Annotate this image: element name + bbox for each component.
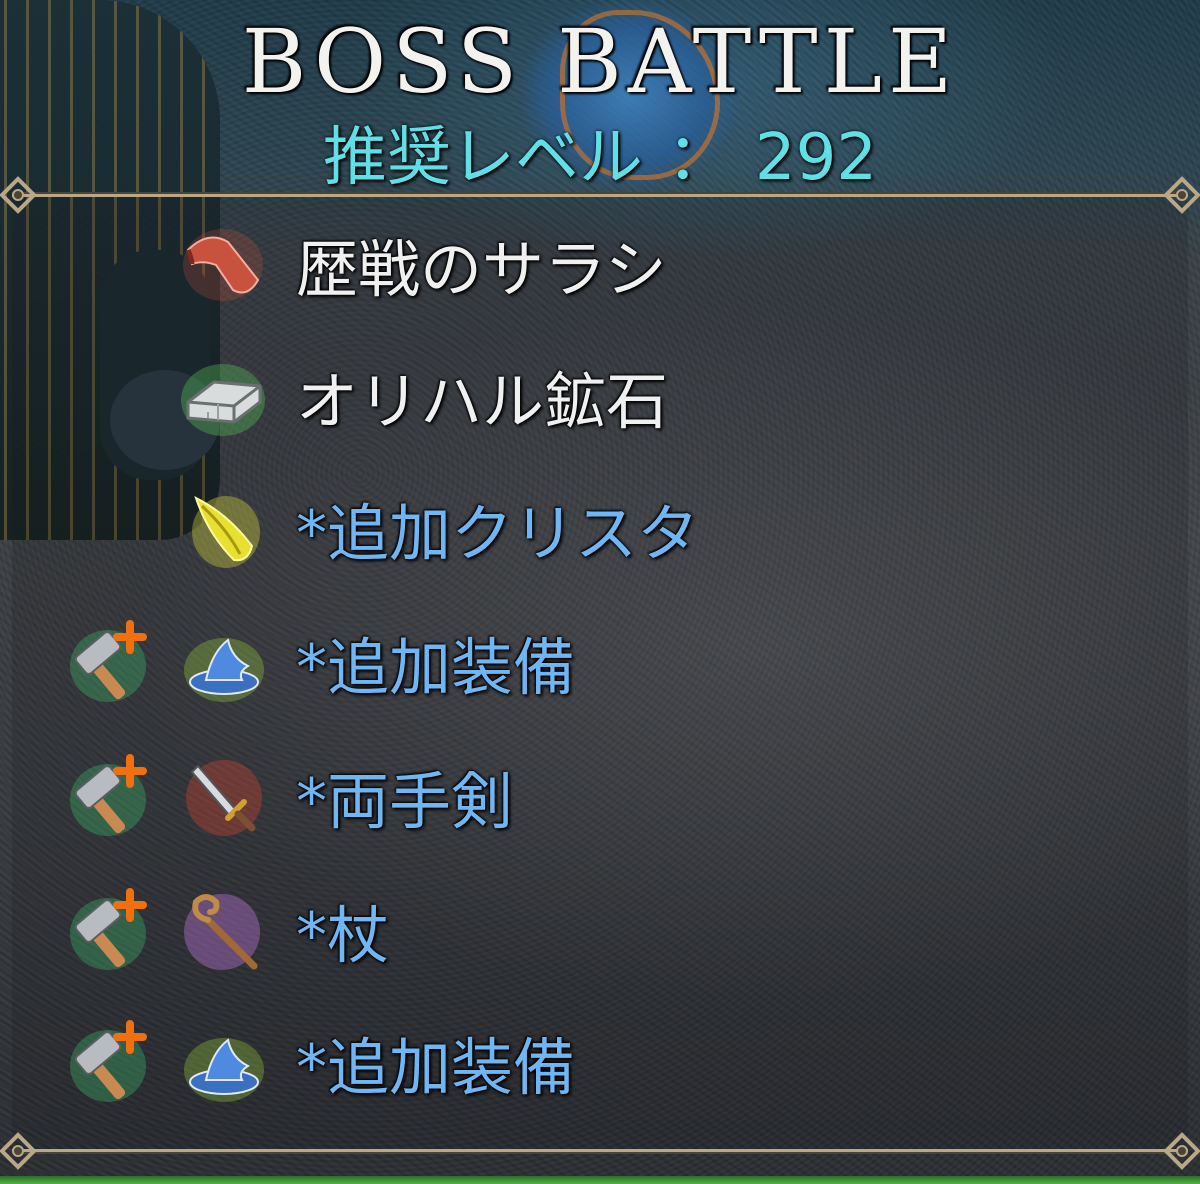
reward-label: オリハル鉱石 — [296, 365, 669, 438]
hammer-plus-icon — [68, 752, 158, 842]
recommended-level: 推奨レベル ： 292 — [0, 106, 1200, 198]
reward-row[interactable]: *追加クリスタ — [0, 484, 1200, 604]
two-handed-sword-icon — [178, 752, 268, 842]
ore-ingot-icon — [178, 352, 268, 442]
reward-row[interactable]: *追加装備 — [0, 1018, 1200, 1138]
reward-label: *追加装備 — [296, 631, 576, 704]
reward-label: *両手剣 — [296, 765, 514, 838]
reward-row[interactable]: *追加装備 — [0, 618, 1200, 738]
hammer-plus-icon — [68, 618, 158, 708]
reward-label: *追加クリスタ — [296, 497, 700, 570]
reward-row[interactable]: オリハル鉱石 — [0, 352, 1200, 472]
reward-row[interactable]: 歴戦のサラシ — [0, 220, 1200, 340]
bottom-green-strip — [0, 1176, 1200, 1184]
recommended-level-value: 292 — [754, 121, 878, 195]
cloth-sarashi-icon — [178, 220, 268, 310]
staff-icon — [178, 886, 268, 976]
reward-label: *杖 — [296, 899, 390, 972]
reward-label: 歴戦のサラシ — [296, 233, 667, 306]
yellow-crystal-icon — [178, 484, 268, 574]
frame-corner-ornament — [1162, 175, 1200, 215]
reward-row[interactable]: *両手剣 — [0, 752, 1200, 872]
hammer-plus-icon — [68, 886, 158, 976]
hammer-plus-icon — [68, 1018, 158, 1108]
recommended-level-label: 推奨レベル — [322, 121, 643, 195]
reward-row[interactable]: *杖 — [0, 886, 1200, 1006]
level-separator: ： — [666, 121, 731, 195]
boss-battle-title: BOSS BATTLE — [241, 10, 959, 113]
wizard-hat-icon — [178, 1018, 268, 1108]
reward-label: *追加装備 — [296, 1031, 576, 1104]
wizard-hat-icon — [178, 618, 268, 708]
frame-corner-ornament — [0, 175, 38, 215]
